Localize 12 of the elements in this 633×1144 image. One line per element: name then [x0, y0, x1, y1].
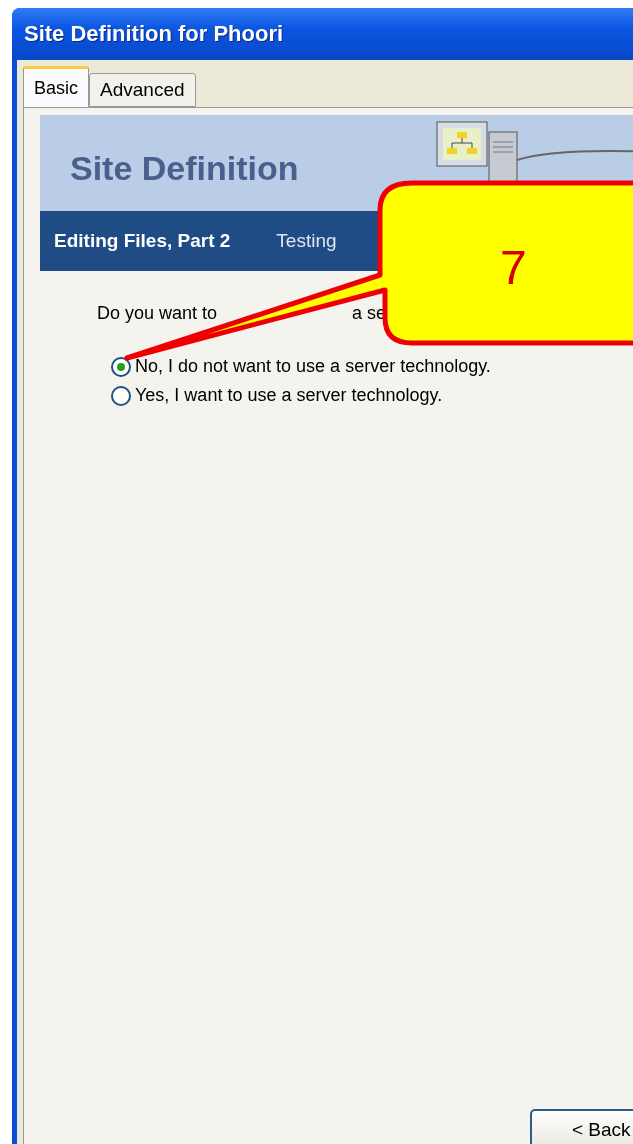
back-button[interactable]: < Back: [530, 1109, 633, 1144]
radio-option[interactable]: Yes, I want to use a server technology.: [111, 385, 633, 406]
tab[interactable]: Advanced: [89, 73, 196, 107]
radio-button[interactable]: [111, 356, 131, 377]
callout-number: 7: [500, 240, 527, 295]
step-label: Editing Files, Part 2: [54, 230, 231, 252]
question-text: Do you want to: [97, 303, 218, 324]
step-label: Testing: [276, 230, 337, 252]
tab[interactable]: Basic: [23, 66, 89, 107]
header-title: Site Definition: [70, 148, 299, 188]
radio-button[interactable]: [111, 385, 131, 406]
window-title: Site Definition for Phoori: [24, 21, 284, 47]
